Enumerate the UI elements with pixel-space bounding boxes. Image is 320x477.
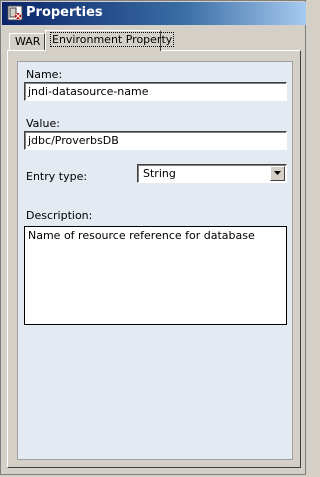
properties-window: Properties WAR Environment Property Name… bbox=[0, 0, 306, 475]
chevron-down-icon bbox=[274, 171, 281, 175]
window-title: Properties bbox=[26, 5, 103, 20]
properties-app-icon bbox=[7, 5, 23, 21]
value-label: Value: bbox=[26, 117, 60, 130]
tab-environment-property[interactable]: Environment Property bbox=[45, 30, 175, 51]
tab-environment-property-label: Environment Property bbox=[49, 32, 175, 47]
entry-type-label: Entry type: bbox=[26, 170, 88, 183]
environment-property-form: Name: jndi-datasource-name Value: jdbc/P… bbox=[17, 61, 293, 460]
dropdown-button[interactable] bbox=[270, 166, 285, 181]
value-field[interactable]: jdbc/ProverbsDB bbox=[24, 131, 287, 150]
name-label: Name: bbox=[26, 68, 63, 81]
tab-war[interactable]: WAR bbox=[9, 33, 45, 50]
tab-strip: WAR Environment Property bbox=[5, 30, 305, 51]
name-field[interactable]: jndi-datasource-name bbox=[24, 82, 287, 101]
tab-war-label: WAR bbox=[15, 35, 41, 48]
description-label: Description: bbox=[26, 209, 93, 222]
entry-type-value: String bbox=[143, 167, 176, 180]
tab-panel: Name: jndi-datasource-name Value: jdbc/P… bbox=[7, 50, 301, 468]
description-textarea[interactable]: Name of resource reference for database bbox=[24, 226, 287, 325]
title-bar[interactable]: Properties bbox=[2, 2, 306, 25]
entry-type-select[interactable]: String bbox=[137, 164, 287, 183]
